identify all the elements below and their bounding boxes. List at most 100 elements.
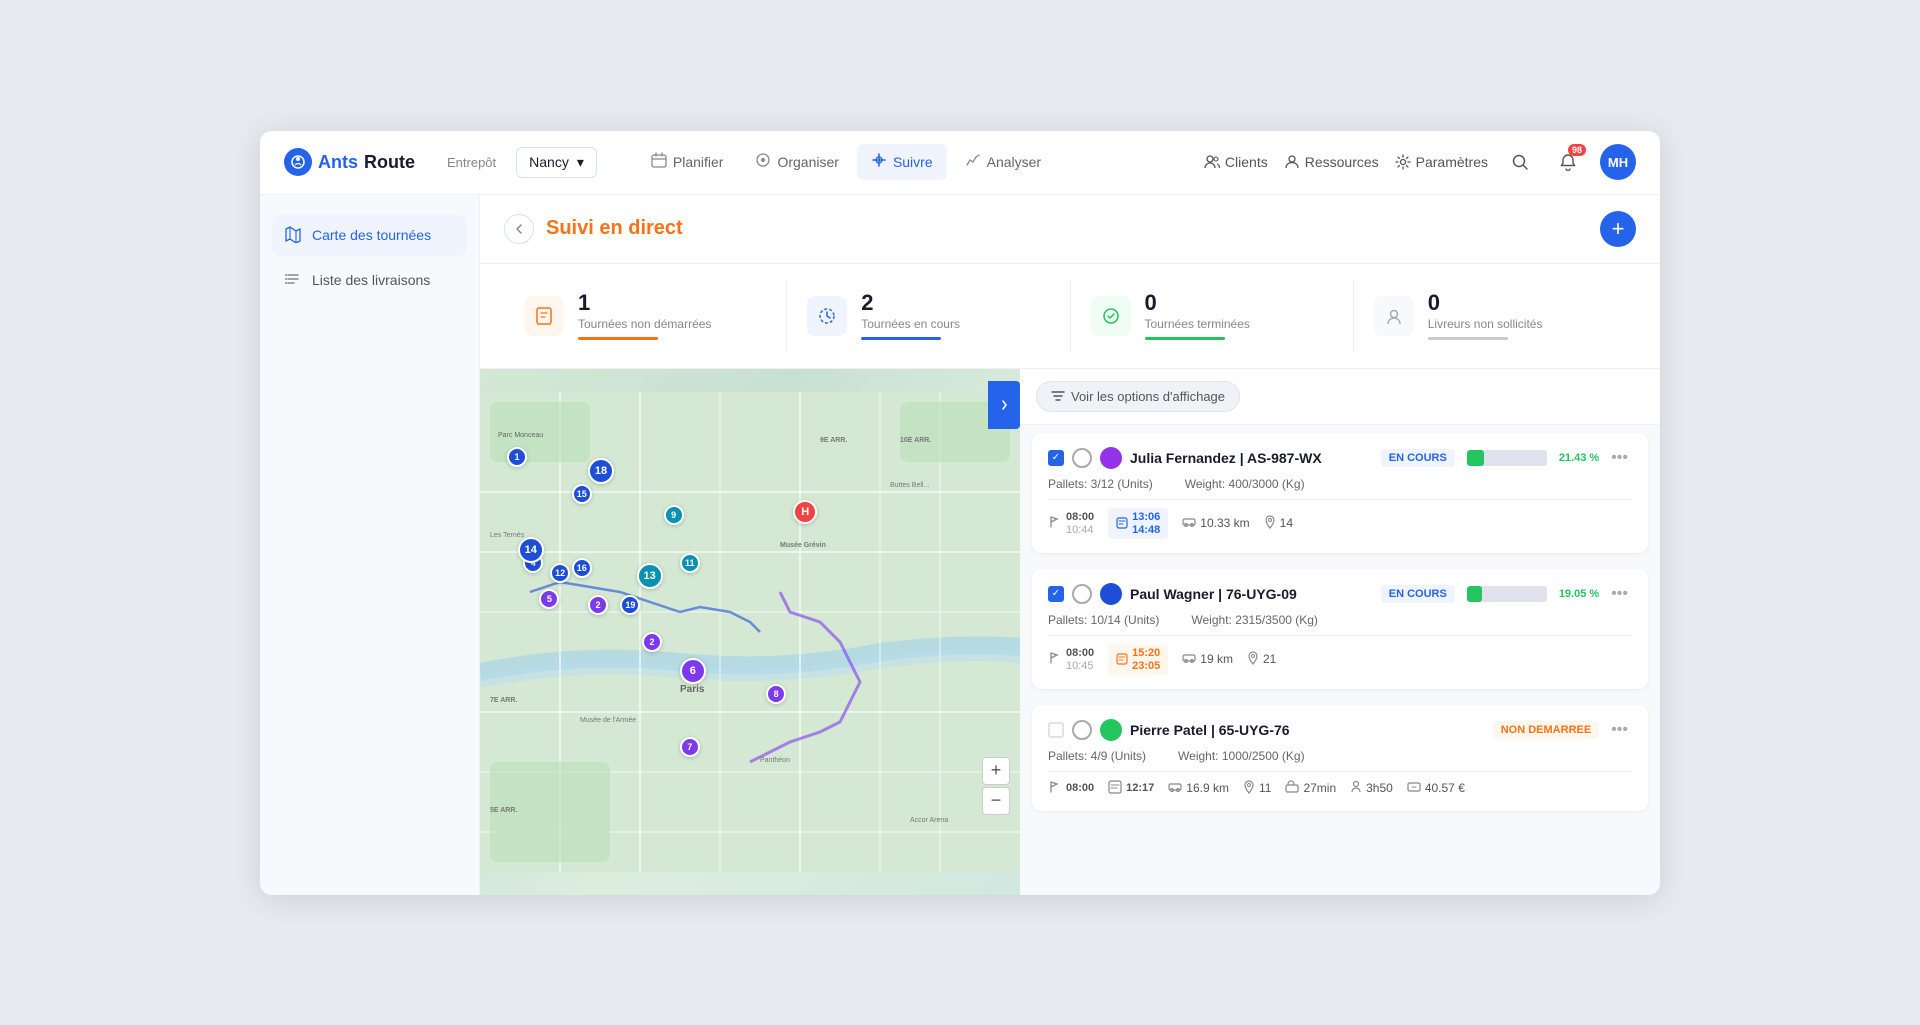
flag-icon-paul <box>1048 651 1062 668</box>
route-check-pierre[interactable] <box>1048 722 1064 738</box>
analyser-icon <box>965 152 981 172</box>
stops-pierre: 11 <box>1243 780 1271 797</box>
map-pin-2b: 2 <box>642 632 662 652</box>
display-options-button[interactable]: Voir les options d'affichage <box>1036 381 1240 412</box>
time-start-paul: 08:00 10:45 <box>1048 647 1094 672</box>
notifications-button[interactable]: 98 <box>1552 146 1584 178</box>
route-name-pierre: Pierre Patel | 65-UYG-76 <box>1130 722 1485 738</box>
time-next-end-paul: 23:05 <box>1132 660 1160 672</box>
time-badge-julia: 13:06 14:48 <box>1108 508 1168 539</box>
stat-number-2: 0 <box>1145 292 1250 314</box>
route-name-paul: Paul Wagner | 76-UYG-09 <box>1130 586 1373 602</box>
map-background: Parc Monceau 9E ARR. 10E ARR. Les Ternés… <box>480 369 1020 895</box>
stops-julia: 14 <box>1264 515 1293 532</box>
pallets-pierre: Pallets: 4/9 (Units) <box>1048 749 1146 763</box>
checkmark-paul: ✓ <box>1052 588 1060 599</box>
ressources-action[interactable]: Ressources <box>1284 154 1379 170</box>
route-status-pierre: NON DEMARREE <box>1493 721 1599 739</box>
stat-label-1: Tournées en cours <box>861 317 960 331</box>
time-start-value-paul: 08:00 <box>1066 647 1094 659</box>
map-pin-11: 11 <box>680 553 700 573</box>
progress-container-julia <box>1467 450 1547 466</box>
route-status-paul: EN COURS <box>1381 585 1455 603</box>
route-name-julia: Julia Fernandez | AS-987-WX <box>1130 450 1373 466</box>
route-more-julia[interactable]: ••• <box>1607 449 1632 467</box>
svg-text:Musée de l'Armée: Musée de l'Armée <box>580 717 636 724</box>
parametres-action[interactable]: Paramètres <box>1395 154 1488 170</box>
svg-text:Musée Grévin: Musée Grévin <box>780 542 826 549</box>
distance-paul: 19 km <box>1182 651 1233 668</box>
map-pin-2a: 2 <box>588 595 608 615</box>
route-more-pierre[interactable]: ••• <box>1607 721 1632 739</box>
search-button[interactable] <box>1504 146 1536 178</box>
cost-icon-pierre <box>1407 780 1421 797</box>
back-button[interactable] <box>504 214 534 244</box>
depot-select[interactable]: Nancy ▾ <box>516 147 597 178</box>
distance-icon-pierre <box>1168 780 1182 797</box>
route-card-julia: ✓ Julia Fernandez | AS-987-WX EN COURS 2… <box>1032 433 1648 553</box>
stops-value-paul: 21 <box>1263 652 1276 666</box>
user-avatar[interactable]: MH <box>1600 144 1636 180</box>
body: Carte des tournées Liste des livraisons … <box>260 195 1660 895</box>
drive-icon-pierre <box>1285 780 1299 797</box>
stat-bar-0 <box>578 337 658 340</box>
page-header: Suivi en direct + <box>480 195 1660 264</box>
clients-label: Clients <box>1225 154 1268 170</box>
route-circle-paul <box>1072 584 1092 604</box>
route-more-paul[interactable]: ••• <box>1607 585 1632 603</box>
stat-icon-gray <box>1374 296 1414 336</box>
nav-organiser[interactable]: Organiser <box>741 144 852 180</box>
sidebar-item-carte[interactable]: Carte des tournées <box>272 215 467 256</box>
suivre-icon <box>871 152 887 172</box>
time-start-value-julia: 08:00 <box>1066 511 1094 523</box>
zoom-in-button[interactable]: + <box>982 757 1010 785</box>
distance-value-paul: 19 km <box>1200 652 1233 666</box>
route-circle-pierre <box>1072 720 1092 740</box>
sidebar-item-liste[interactable]: Liste des livraisons <box>272 260 467 301</box>
main-nav: Planifier Organiser Suivre Analyser <box>637 144 1188 180</box>
add-button[interactable]: + <box>1600 211 1636 247</box>
header: AntsRoute Entrepôt Nancy ▾ Planifier Org… <box>260 131 1660 195</box>
stat-en-cours: 2 Tournées en cours <box>787 280 1070 352</box>
time-start-pierre: 08:00 <box>1048 780 1094 797</box>
routes-filter-bar: Voir les options d'affichage <box>1020 369 1660 425</box>
logo: AntsRoute <box>284 148 415 176</box>
map-pin-7: 7 <box>680 737 700 757</box>
nav-suivre-label: Suivre <box>893 154 933 170</box>
route-check-paul[interactable]: ✓ <box>1048 586 1064 602</box>
map-pin-19: 19 <box>620 595 640 615</box>
route-card-paul: ✓ Paul Wagner | 76-UYG-09 EN COURS 19.05… <box>1032 569 1648 689</box>
time-start-value-pierre: 08:00 <box>1066 782 1094 794</box>
map-zoom-controls: + − <box>982 757 1010 815</box>
weight-pierre: Weight: 1000/2500 (Kg) <box>1178 749 1305 763</box>
nav-suivre[interactable]: Suivre <box>857 144 947 180</box>
stat-number-0: 1 <box>578 292 711 314</box>
page-title: Suivi en direct <box>546 217 1600 240</box>
work-time-pierre: 3h50 <box>1350 780 1393 797</box>
stat-label-0: Tournées non démarrées <box>578 317 711 331</box>
route-check-julia[interactable]: ✓ <box>1048 450 1064 466</box>
stats-row: 1 Tournées non démarrées 2 Tournées en c… <box>480 264 1660 369</box>
drive-time-value-pierre: 27min <box>1303 781 1336 795</box>
route-header-paul: ✓ Paul Wagner | 76-UYG-09 EN COURS 19.05… <box>1048 583 1632 605</box>
time-next-paul: 15:20 23:05 <box>1108 644 1168 675</box>
distance-icon-julia <box>1182 515 1196 532</box>
work-time-value-pierre: 3h50 <box>1366 781 1393 795</box>
depot-value: Nancy <box>529 154 569 170</box>
time-start-julia: 08:00 10:44 <box>1048 511 1094 536</box>
map-expand-button[interactable] <box>988 381 1020 429</box>
svg-text:Les Ternés: Les Ternés <box>490 532 525 539</box>
route-meta-paul: 08:00 10:45 15:20 <box>1048 644 1632 675</box>
clients-action[interactable]: Clients <box>1204 154 1268 170</box>
progress-container-paul <box>1467 586 1547 602</box>
zoom-out-button[interactable]: − <box>982 787 1010 815</box>
stat-icon-green <box>1091 296 1131 336</box>
nav-analyser[interactable]: Analyser <box>951 144 1055 180</box>
svg-text:Parc Monceau: Parc Monceau <box>498 432 543 439</box>
svg-text:10E ARR.: 10E ARR. <box>900 437 931 444</box>
nav-planifier[interactable]: Planifier <box>637 144 738 180</box>
chevron-down-icon: ▾ <box>577 154 584 171</box>
route-info-julia: Pallets: 3/12 (Units) Weight: 400/3000 (… <box>1048 477 1632 491</box>
nav-planifier-label: Planifier <box>673 154 724 170</box>
location-icon-paul <box>1247 651 1259 668</box>
